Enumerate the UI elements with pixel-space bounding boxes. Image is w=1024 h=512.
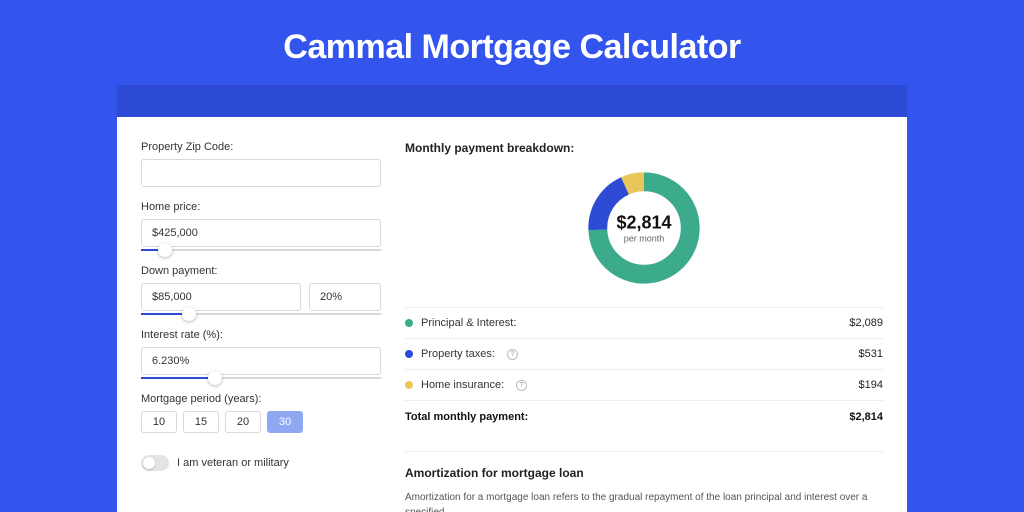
donut-chart: $2,814 per month: [405, 155, 883, 307]
home-price-label: Home price:: [141, 201, 381, 213]
interest-rate-slider[interactable]: [141, 377, 381, 379]
period-options: 10 15 20 30: [141, 411, 381, 433]
amortization-title: Amortization for mortgage loan: [405, 451, 883, 480]
period-option-20[interactable]: 20: [225, 411, 261, 433]
help-icon[interactable]: ?: [516, 380, 527, 391]
period-option-15[interactable]: 15: [183, 411, 219, 433]
interest-rate-input[interactable]: [141, 347, 381, 375]
legend-row: Home insurance:? $194: [405, 369, 883, 400]
legend-label: Property taxes:: [421, 348, 495, 360]
total-value: $2,814: [849, 411, 883, 423]
zip-input[interactable]: [141, 159, 381, 187]
inputs-column: Property Zip Code: Home price: Down paym…: [141, 137, 381, 512]
period-label: Mortgage period (years):: [141, 393, 381, 405]
donut-center-sub: per month: [616, 234, 671, 244]
down-payment-percent-input[interactable]: [309, 283, 381, 311]
calculator-card: Property Zip Code: Home price: Down paym…: [117, 117, 907, 512]
legend-value: $2,089: [849, 317, 883, 329]
legend-label: Home insurance:: [421, 379, 504, 391]
period-option-30[interactable]: 30: [267, 411, 303, 433]
header-band: [117, 85, 907, 117]
page-title: Cammal Mortgage Calculator: [0, 0, 1024, 85]
legend-row: Property taxes:? $531: [405, 338, 883, 369]
home-price-slider[interactable]: [141, 249, 381, 251]
down-payment-label: Down payment:: [141, 265, 381, 277]
home-price-input[interactable]: [141, 219, 381, 247]
help-icon[interactable]: ?: [507, 349, 518, 360]
total-label: Total monthly payment:: [405, 411, 528, 423]
zip-label: Property Zip Code:: [141, 141, 381, 153]
veteran-toggle-label: I am veteran or military: [177, 457, 289, 469]
legend-value: $531: [859, 348, 883, 360]
interest-rate-label: Interest rate (%):: [141, 329, 381, 341]
donut-center-amount: $2,814: [616, 213, 671, 234]
legend-value: $194: [859, 379, 883, 391]
legend-dot-icon: [405, 319, 413, 327]
down-payment-amount-input[interactable]: [141, 283, 301, 311]
amortization-body: Amortization for a mortgage loan refers …: [405, 490, 883, 512]
legend-dot-icon: [405, 350, 413, 358]
breakdown-column: Monthly payment breakdown: $2,814 per mo…: [405, 137, 883, 512]
legend-label: Principal & Interest:: [421, 317, 516, 329]
legend-dot-icon: [405, 381, 413, 389]
legend-row: Principal & Interest: $2,089: [405, 307, 883, 338]
period-option-10[interactable]: 10: [141, 411, 177, 433]
breakdown-title: Monthly payment breakdown:: [405, 141, 883, 155]
down-payment-slider[interactable]: [141, 313, 381, 315]
veteran-toggle[interactable]: [141, 455, 169, 471]
